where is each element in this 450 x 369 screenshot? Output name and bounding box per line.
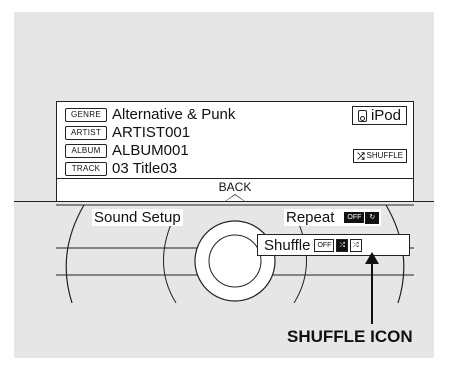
track-value: 03 Title03 [112, 160, 178, 177]
album-tag: ALBUM [65, 143, 107, 158]
genre-tag: GENRE [65, 107, 107, 122]
artist-tag: ARTIST [65, 125, 107, 140]
source-badge: iPod [351, 106, 407, 125]
genre-value: Alternative & Punk [112, 106, 236, 123]
back-label: BACK [218, 180, 252, 194]
shuffle-icon: ⤮ [357, 151, 365, 161]
shuffle-option[interactable]: Shuffle OFF ⤮ ⤮ [257, 234, 410, 256]
shuffle-off-option[interactable]: OFF [314, 238, 335, 252]
info-row-genre: GENRE Alternative & Punk [65, 106, 235, 123]
shuffle-icon-callout: SHUFFLE ICON [287, 327, 413, 346]
repeat-off-indicator: OFF [344, 212, 365, 223]
track-tag: TRACK [65, 161, 107, 176]
repeat-option[interactable]: Repeat OFF ↻ [284, 209, 382, 226]
repeat-icon: ↻ [365, 211, 380, 224]
source-label: iPod [370, 107, 401, 124]
artist-value: ARTIST001 [112, 124, 191, 141]
sound-setup-option[interactable]: Sound Setup [92, 209, 183, 226]
divider-line [14, 201, 434, 202]
shuffle-status-label: SHUFFLE [366, 151, 403, 160]
shuffle-label: Shuffle [264, 236, 311, 254]
album-value: ALBUM001 [112, 142, 189, 159]
repeat-label: Repeat [286, 209, 335, 226]
callout-arrowhead [365, 252, 379, 264]
callout-line [371, 254, 373, 324]
info-row-track: TRACK 03 Title03 [65, 160, 177, 177]
ipod-icon [357, 109, 367, 122]
info-row-album: ALBUM ALBUM001 [65, 142, 189, 159]
back-button[interactable]: BACK [56, 179, 414, 202]
track-info-panel: GENRE Alternative & Punk ARTIST ARTIST00… [56, 101, 414, 179]
info-row-artist: ARTIST ARTIST001 [65, 124, 190, 141]
shuffle-icon[interactable]: ⤮ [336, 238, 349, 252]
shuffle-all-icon[interactable]: ⤮ [350, 238, 362, 252]
shuffle-status-badge: ⤮ SHUFFLE [353, 149, 407, 163]
